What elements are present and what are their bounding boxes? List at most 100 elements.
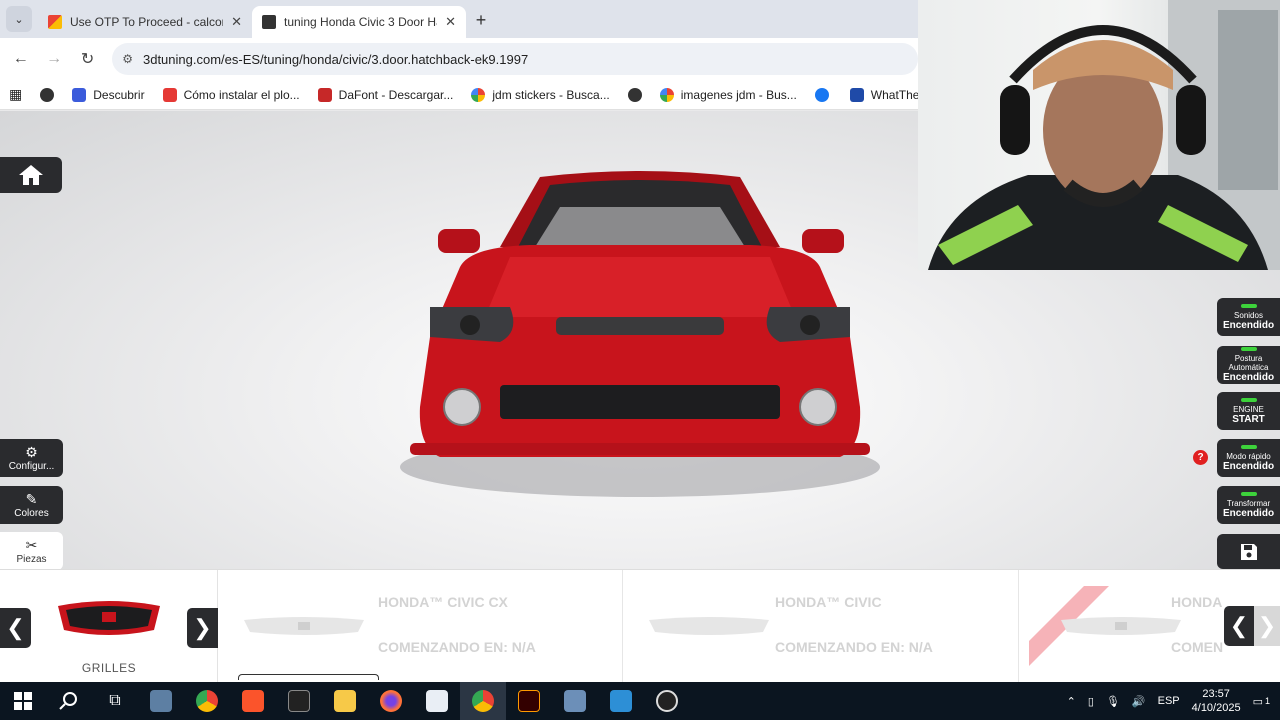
next-parts-button[interactable]: ❯ <box>1254 606 1280 646</box>
notification-icon: ▭ <box>1252 695 1263 708</box>
terminal-icon <box>288 690 310 712</box>
part-item[interactable]: HONDA™ CIVIC COMENZANDO EN: N/A <box>623 570 1019 683</box>
google-icon <box>659 87 674 102</box>
clock[interactable]: 23:57 4/10/2025 <box>1192 687 1241 715</box>
bookmark-label: Descubrir <box>93 87 145 102</box>
tab-title: Use OTP To Proceed - calcomar <box>70 15 223 29</box>
apps-button[interactable]: ▦ <box>0 86 31 103</box>
bookmark-globe[interactable] <box>31 87 63 102</box>
calculator-button[interactable] <box>138 682 184 720</box>
search-button[interactable] <box>46 682 92 720</box>
next-category-button[interactable]: ❯ <box>187 608 218 648</box>
category-selector: ❮ ❯ GRILLES <box>0 570 218 683</box>
bumper-intake <box>500 385 780 419</box>
firefox-button[interactable] <box>368 682 414 720</box>
start-label: START <box>1232 413 1265 425</box>
search-icon <box>59 692 77 710</box>
globe-icon <box>627 87 642 102</box>
chevron-down-icon: ⌄ <box>14 13 24 26</box>
navigation-bar: ← → ↻ ⚙ 3dtuning.com/es-ES/tuning/honda/… <box>0 38 919 80</box>
bookmark-label: DaFont - Descargar... <box>338 87 454 102</box>
usb-icon[interactable]: ▯ <box>1088 695 1094 708</box>
bookmark-item[interactable]: Descubrir <box>63 87 153 102</box>
bookmark-label: jdm stickers - Busca... <box>492 87 610 102</box>
toggle-title: Transformar <box>1226 498 1271 508</box>
parts-pager: ❮ ❯ <box>1224 606 1280 646</box>
chrome-button[interactable] <box>184 682 230 720</box>
new-tab-button[interactable]: + <box>466 5 496 35</box>
chrome-profile-button[interactable] <box>460 682 506 720</box>
tab-3dtuning[interactable]: tuning Honda Civic 3 Door Hatc ✕ <box>252 6 466 38</box>
speaker-icon[interactable]: 🔊 <box>1132 695 1146 708</box>
grille-thumbnail[interactable] <box>54 596 164 640</box>
engine-start-button[interactable]: ENGINE START <box>1217 392 1280 430</box>
app-button-2[interactable] <box>552 682 598 720</box>
back-button[interactable]: ← <box>4 42 37 76</box>
close-icon[interactable]: ✕ <box>231 14 242 30</box>
chrome-icon <box>472 690 494 712</box>
3dtuning-icon <box>262 15 276 29</box>
task-view-button[interactable]: ⧉ <box>92 682 138 720</box>
selected-indicator <box>238 674 379 680</box>
facebook-icon <box>814 87 829 102</box>
discover-icon <box>72 87 87 102</box>
auto-stance-toggle[interactable]: Postura Automática Encendido <box>1217 346 1280 384</box>
tab-otp[interactable]: Use OTP To Proceed - calcomar ✕ <box>38 6 252 38</box>
system-tray: ⌃ ▯ 🎙 🔊 ESP 23:57 4/10/2025 ▭ 1 <box>1067 682 1280 720</box>
configure-button[interactable]: ⚙ Configur... <box>0 439 63 477</box>
bookmarks-bar: ▦ Descubrir Cómo instalar el plo... DaFo… <box>0 80 918 110</box>
start-button[interactable] <box>0 682 46 720</box>
bookmark-item[interactable]: WhatTheFont! « M <box>806 87 918 102</box>
part-price: COMEN <box>1171 639 1224 655</box>
bookmark-item[interactable]: imagenes jdm - Bus... <box>651 87 806 102</box>
address-bar[interactable]: ⚙ 3dtuning.com/es-ES/tuning/honda/civic/… <box>112 43 919 75</box>
bookmark-item[interactable]: jdm stickers - Busca... <box>462 87 618 102</box>
parts-button[interactable]: ✂ Piezas <box>0 532 63 569</box>
headlight-left-lens <box>460 315 480 335</box>
chevron-up-icon[interactable]: ⌃ <box>1067 695 1076 708</box>
illustrator-button[interactable] <box>506 682 552 720</box>
tab-search-button[interactable]: ⌄ <box>6 6 32 32</box>
colors-button[interactable]: ✎ Colores <box>0 486 63 524</box>
bookmark-globe-2[interactable] <box>619 87 651 102</box>
language-indicator[interactable]: ESP <box>1158 695 1180 707</box>
app-button[interactable] <box>414 682 460 720</box>
sounds-toggle[interactable]: Sonidos Encendido <box>1217 298 1280 336</box>
quick-mode-toggle[interactable]: Modo rápido Encendido <box>1217 439 1280 477</box>
google-icon <box>471 87 486 102</box>
bookmark-item[interactable]: Cómo instalar el plo... <box>154 87 309 102</box>
reload-button[interactable]: ↻ <box>71 42 104 76</box>
prev-category-button[interactable]: ❮ <box>0 608 31 648</box>
file-explorer-button[interactable] <box>322 682 368 720</box>
arrow-right-icon: → <box>46 50 63 67</box>
streamer-webcam <box>928 0 1280 270</box>
chevron-right-icon: ❯ <box>1257 613 1277 638</box>
home-button[interactable] <box>0 157 62 193</box>
app-icon <box>426 690 448 712</box>
microphone-icon[interactable]: 🎙 <box>1106 695 1120 708</box>
brave-button[interactable] <box>230 682 276 720</box>
part-item[interactable]: HONDA™ CIVIC CX COMENZANDO EN: N/A <box>218 570 623 683</box>
part-item[interactable]: HONDA COMEN <box>1019 570 1224 683</box>
folder-icon <box>334 690 356 712</box>
forward-button[interactable]: → <box>37 42 70 76</box>
prev-parts-button[interactable]: ❮ <box>1224 606 1254 646</box>
foglight-right <box>799 388 837 426</box>
mirror-left <box>438 229 480 253</box>
terminal-button[interactable] <box>276 682 322 720</box>
recording-button[interactable] <box>644 682 690 720</box>
site-info-icon[interactable]: ⚙ <box>122 52 133 66</box>
tools-icon: ✂ <box>25 536 38 553</box>
notification-button[interactable]: ▭ 1 <box>1253 695 1270 708</box>
chevron-left-icon: ❮ <box>6 615 25 640</box>
transform-toggle[interactable]: Transformar Encendido <box>1217 486 1280 524</box>
photos-button[interactable] <box>598 682 644 720</box>
bookmark-item[interactable]: DaFont - Descargar... <box>309 87 463 102</box>
save-button[interactable] <box>1217 534 1280 569</box>
close-icon[interactable]: ✕ <box>445 14 456 30</box>
parts-label: Piezas <box>16 553 47 565</box>
status-led <box>1240 347 1257 351</box>
front-grille <box>556 317 724 335</box>
status-led <box>1240 444 1257 449</box>
help-badge[interactable]: ? <box>1193 450 1208 465</box>
